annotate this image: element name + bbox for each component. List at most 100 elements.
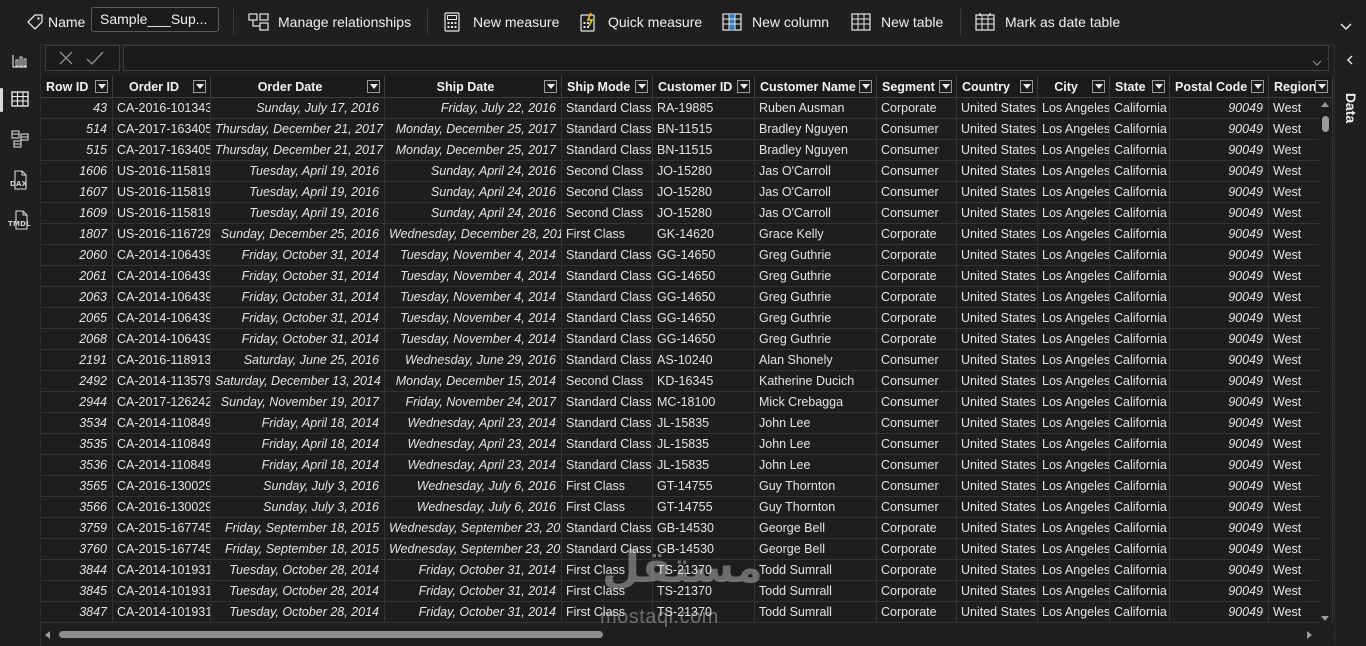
cell-customer-name[interactable]: Greg Guthrie	[755, 266, 877, 287]
cell-postal-code[interactable]: 90049	[1170, 581, 1269, 602]
cell-country[interactable]: United States	[957, 581, 1038, 602]
cell-order-id[interactable]: CA-2014-101931	[113, 602, 211, 623]
cell-segment[interactable]: Consumer	[877, 455, 957, 476]
cell-ship-mode[interactable]: Second Class	[562, 371, 653, 392]
cell-state[interactable]: California	[1110, 350, 1170, 371]
cell-city[interactable]: Los Angeles	[1038, 455, 1110, 476]
table-row[interactable]: 3844 CA-2014-101931 Tuesday, October 28, 2…	[41, 560, 1333, 581]
cell-state[interactable]: California	[1110, 497, 1170, 518]
cell-customer-id[interactable]: GT-14755	[653, 497, 755, 518]
filter-dropdown-icon[interactable]	[1020, 80, 1033, 93]
cell-postal-code[interactable]: 90049	[1170, 266, 1269, 287]
cell-order-id[interactable]: CA-2014-106439	[113, 308, 211, 329]
cell-row-id[interactable]: 2063	[41, 287, 113, 308]
cell-customer-id[interactable]: JL-15835	[653, 413, 755, 434]
table-row[interactable]: 3566 CA-2016-130029 Sunday, July 3, 2016 We…	[41, 497, 1333, 518]
cell-segment[interactable]: Consumer	[877, 413, 957, 434]
table-row[interactable]: 2063 CA-2014-106439 Friday, October 31, 20…	[41, 287, 1333, 308]
cell-country[interactable]: United States	[957, 266, 1038, 287]
filter-dropdown-icon[interactable]	[859, 80, 872, 93]
cell-order-date[interactable]: Friday, September 18, 2015	[211, 539, 385, 560]
cell-ship-date[interactable]: Friday, October 31, 2014	[385, 560, 562, 581]
cell-ship-date[interactable]: Wednesday, April 23, 2014	[385, 455, 562, 476]
cell-row-id[interactable]: 2944	[41, 392, 113, 413]
cell-postal-code[interactable]: 90049	[1170, 602, 1269, 623]
cell-customer-id[interactable]: GG-14650	[653, 245, 755, 266]
cell-city[interactable]: Los Angeles	[1038, 329, 1110, 350]
cell-segment[interactable]: Corporate	[877, 581, 957, 602]
column-header-region[interactable]: Region	[1269, 76, 1333, 98]
cell-postal-code[interactable]: 90049	[1170, 203, 1269, 224]
cell-ship-date[interactable]: Monday, December 15, 2014	[385, 371, 562, 392]
cell-country[interactable]: United States	[957, 140, 1038, 161]
cell-order-id[interactable]: US-2016-116729	[113, 224, 211, 245]
cell-order-date[interactable]: Friday, October 31, 2014	[211, 308, 385, 329]
cell-ship-mode[interactable]: First Class	[562, 560, 653, 581]
cell-customer-id[interactable]: JL-15835	[653, 455, 755, 476]
cell-city[interactable]: Los Angeles	[1038, 539, 1110, 560]
table-row[interactable]: 515 CA-2017-163405 Thursday, December 21, …	[41, 140, 1333, 161]
cell-ship-mode[interactable]: First Class	[562, 581, 653, 602]
cell-customer-id[interactable]: BN-11515	[653, 140, 755, 161]
cell-state[interactable]: California	[1110, 266, 1170, 287]
cell-country[interactable]: United States	[957, 224, 1038, 245]
cell-row-id[interactable]: 2068	[41, 329, 113, 350]
cell-row-id[interactable]: 43	[41, 98, 113, 119]
cell-city[interactable]: Los Angeles	[1038, 140, 1110, 161]
cell-row-id[interactable]: 3535	[41, 434, 113, 455]
table-row[interactable]: 2191 CA-2016-118913 Saturday, June 25, 201…	[41, 350, 1333, 371]
cell-ship-mode[interactable]: Standard Class	[562, 539, 653, 560]
cell-city[interactable]: Los Angeles	[1038, 434, 1110, 455]
cell-customer-id[interactable]: JO-15280	[653, 203, 755, 224]
cell-row-id[interactable]: 2191	[41, 350, 113, 371]
column-header-ship-mode[interactable]: Ship Mode	[562, 76, 653, 98]
cell-ship-mode[interactable]: Second Class	[562, 203, 653, 224]
cell-order-date[interactable]: Tuesday, April 19, 2016	[211, 203, 385, 224]
cell-postal-code[interactable]: 90049	[1170, 224, 1269, 245]
cell-ship-date[interactable]: Wednesday, December 28, 2016	[385, 224, 562, 245]
horizontal-scrollbar[interactable]	[41, 626, 1331, 644]
cell-state[interactable]: California	[1110, 518, 1170, 539]
cell-city[interactable]: Los Angeles	[1038, 371, 1110, 392]
cell-order-id[interactable]: CA-2014-106439	[113, 266, 211, 287]
cell-country[interactable]: United States	[957, 560, 1038, 581]
cell-ship-mode[interactable]: Standard Class	[562, 266, 653, 287]
cell-customer-name[interactable]: Mick Crebagga	[755, 392, 877, 413]
cell-postal-code[interactable]: 90049	[1170, 455, 1269, 476]
cell-row-id[interactable]: 1609	[41, 203, 113, 224]
cell-ship-date[interactable]: Monday, December 25, 2017	[385, 119, 562, 140]
cell-customer-name[interactable]: Grace Kelly	[755, 224, 877, 245]
cell-customer-id[interactable]: BN-11515	[653, 119, 755, 140]
cell-customer-name[interactable]: John Lee	[755, 455, 877, 476]
cell-state[interactable]: California	[1110, 287, 1170, 308]
cell-row-id[interactable]: 3844	[41, 560, 113, 581]
filter-dropdown-icon[interactable]	[544, 80, 557, 93]
cell-ship-date[interactable]: Tuesday, November 4, 2014	[385, 266, 562, 287]
table-row[interactable]: 1607 US-2016-115819 Tuesday, April 19, 201…	[41, 182, 1333, 203]
cell-state[interactable]: California	[1110, 581, 1170, 602]
cell-ship-date[interactable]: Sunday, April 24, 2016	[385, 182, 562, 203]
filter-dropdown-icon[interactable]	[939, 80, 952, 93]
new-column-button[interactable]: New column	[722, 0, 829, 44]
cell-customer-id[interactable]: RA-19885	[653, 98, 755, 119]
cell-row-id[interactable]: 3534	[41, 413, 113, 434]
cell-state[interactable]: California	[1110, 119, 1170, 140]
cell-city[interactable]: Los Angeles	[1038, 266, 1110, 287]
cell-state[interactable]: California	[1110, 392, 1170, 413]
cell-segment[interactable]: Corporate	[877, 245, 957, 266]
cell-country[interactable]: United States	[957, 371, 1038, 392]
filter-dropdown-icon[interactable]	[95, 80, 108, 93]
filter-dropdown-icon[interactable]	[737, 80, 750, 93]
cell-segment[interactable]: Corporate	[877, 266, 957, 287]
cell-country[interactable]: United States	[957, 434, 1038, 455]
horizontal-scroll-thumb[interactable]	[59, 631, 603, 638]
cell-state[interactable]: California	[1110, 182, 1170, 203]
cell-segment[interactable]: Consumer	[877, 434, 957, 455]
cell-order-id[interactable]: CA-2017-163405	[113, 119, 211, 140]
table-row[interactable]: 3847 CA-2014-101931 Tuesday, October 28, 2…	[41, 602, 1333, 623]
mark-as-date-table-button[interactable]: Mark as date table	[975, 0, 1120, 44]
table-row[interactable]: 2944 CA-2017-126242 Sunday, November 19, 2…	[41, 392, 1333, 413]
table-row[interactable]: 2060 CA-2014-106439 Friday, October 31, 20…	[41, 245, 1333, 266]
cell-order-id[interactable]: CA-2015-167745	[113, 539, 211, 560]
table-row[interactable]: 2492 CA-2014-113579 Saturday, December 13,…	[41, 371, 1333, 392]
